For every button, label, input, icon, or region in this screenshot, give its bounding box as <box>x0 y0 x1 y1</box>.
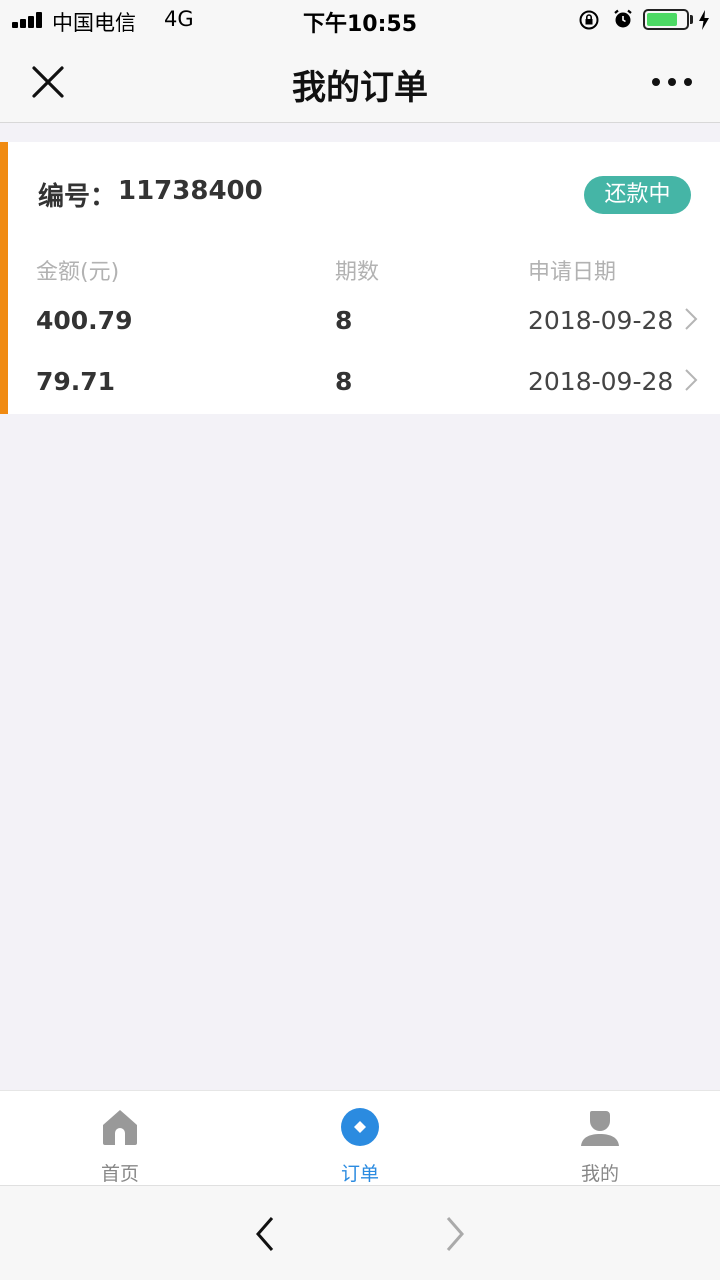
tab-home[interactable]: 首页 <box>0 1091 240 1187</box>
battery-icon <box>643 9 689 30</box>
close-icon[interactable] <box>28 62 68 102</box>
home-icon <box>103 1110 137 1145</box>
tab-orders[interactable]: 订单 <box>240 1091 480 1187</box>
order-card[interactable]: 编号： 11738400 还款中 金额(元) 期数 申请日期 400.79 8 … <box>0 142 720 414</box>
forward-arrow-icon[interactable] <box>440 1214 470 1254</box>
user-icon <box>581 1111 619 1146</box>
order-row[interactable]: 79.71 8 2018-09-28 <box>8 353 720 413</box>
row-amount: 400.79 <box>36 306 133 335</box>
order-icon <box>341 1108 379 1146</box>
row-periods: 8 <box>335 367 353 396</box>
status-badge: 还款中 <box>584 176 691 214</box>
column-header-date: 申请日期 <box>528 260 617 285</box>
row-periods: 8 <box>335 306 353 335</box>
tab-profile[interactable]: 我的 <box>480 1091 720 1187</box>
rotation-lock-icon <box>579 10 599 30</box>
charging-icon <box>699 10 709 30</box>
alarm-icon <box>614 9 632 28</box>
tab-label: 订单 <box>340 1163 379 1185</box>
tab-bar: 首页 订单 我的 <box>0 1090 720 1186</box>
column-header-amount: 金额(元) <box>36 260 120 285</box>
row-amount: 79.71 <box>36 367 116 396</box>
nav-bar: 我的订单 <box>0 40 720 123</box>
tab-label: 我的 <box>580 1163 619 1185</box>
column-header-periods: 期数 <box>335 260 380 285</box>
tab-label: 首页 <box>100 1163 139 1185</box>
order-number-label: 编号： <box>38 182 117 212</box>
chevron-right-icon <box>685 369 698 391</box>
chevron-right-icon <box>685 308 698 330</box>
row-date: 2018-09-28 <box>528 306 674 335</box>
back-arrow-icon[interactable] <box>250 1214 280 1254</box>
row-date: 2018-09-28 <box>528 367 674 396</box>
order-number: 11738400 <box>118 176 263 206</box>
more-icon[interactable] <box>646 66 698 96</box>
page-title: 我的订单 <box>292 68 428 108</box>
status-bar: 中国电信 4G 下午10:55 <box>0 0 720 40</box>
order-row[interactable]: 400.79 8 2018-09-28 <box>8 292 720 352</box>
battery-tip <box>690 15 693 24</box>
browser-toolbar <box>0 1186 720 1280</box>
